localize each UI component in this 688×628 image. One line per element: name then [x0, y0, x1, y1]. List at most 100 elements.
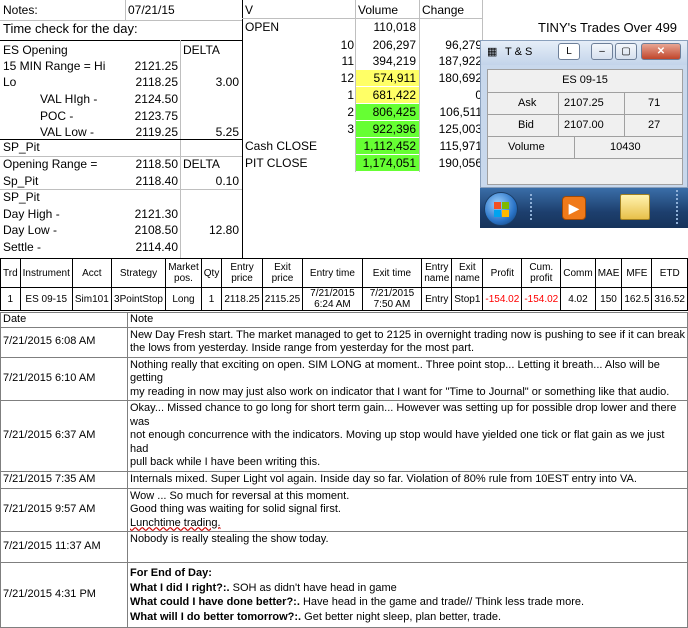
- notes-date: 07/21/15: [128, 3, 175, 17]
- volume-col-volume: Volume: [358, 3, 399, 17]
- notes-row-label: Day Low -: [3, 223, 58, 237]
- volume-row-volume: 922,396: [356, 121, 419, 137]
- trades-header-cell[interactable]: Profit: [482, 258, 523, 288]
- ts-instrument: ES 09-15: [562, 74, 608, 86]
- notes-row-label: Lo: [3, 75, 17, 89]
- journal-date: 7/21/2015 6:10 AM: [0, 356, 128, 401]
- volume-row-label: 3: [347, 122, 354, 136]
- journal-row: 7/21/2015 11:37 AM Nobody is really steal…: [0, 531, 688, 563]
- trades-header-cell[interactable]: Cum. profit: [521, 258, 562, 288]
- volume-row-label: Cash CLOSE: [245, 139, 318, 153]
- ts-ask-label: Ask: [518, 97, 537, 109]
- trades-header-cell[interactable]: MFE: [621, 258, 653, 288]
- trades-header-cell[interactable]: ETD: [651, 258, 688, 288]
- journal-note-line: Nothing really that exciting on open. SI…: [130, 358, 660, 385]
- journal-note-line: the lows from yesterday. Inside range fr…: [130, 342, 474, 354]
- trades-cell: 162.5: [621, 287, 653, 311]
- trades-header-cell[interactable]: Exit time: [361, 258, 423, 288]
- trades-header-cell[interactable]: Market pos.: [165, 258, 202, 288]
- maximize-button[interactable]: ▢: [615, 43, 637, 60]
- journal-note: Nothing really that exciting on open. SI…: [127, 356, 688, 401]
- ts-bid-size: 27: [648, 119, 661, 131]
- notes-row-delta: 0.10: [215, 174, 239, 188]
- minimize-button[interactable]: –: [591, 43, 613, 60]
- notes-row-delta: 3.00: [215, 75, 239, 89]
- journal-date: 7/21/2015 7:35 AM: [0, 470, 128, 489]
- volume-row-volume: 206,297: [372, 38, 416, 52]
- journal-note-line: pull back while I have been writing this…: [130, 456, 321, 468]
- notes-row-value: 2118.50: [135, 157, 179, 171]
- notes-row-value: 2121.25: [134, 59, 178, 73]
- notes-row-value: 2114.40: [135, 240, 179, 254]
- journal-note-line: Nobody is really stealing the show today…: [130, 533, 329, 545]
- volume-row-volume: 806,425: [356, 104, 419, 120]
- trades-header-cell[interactable]: Exit price: [261, 258, 304, 288]
- journal-header-date: Date: [0, 312, 128, 328]
- trades-header-cell[interactable]: Entry price: [221, 258, 263, 288]
- trades-header-cell[interactable]: Exit name: [451, 258, 484, 288]
- link-button[interactable]: L: [558, 43, 580, 60]
- taskbar-grip-right: [676, 190, 682, 224]
- trades-header-cell[interactable]: Trd: [0, 258, 21, 288]
- volume-row-label: 12: [340, 71, 354, 85]
- ts-ask-price: 2107.25: [564, 97, 604, 109]
- journal-header-note: Note: [127, 312, 688, 328]
- volume-row-change: 180,692: [438, 71, 482, 85]
- volume-row-change: 0: [475, 88, 482, 102]
- notes-label: Notes:: [3, 3, 38, 17]
- notes-row-tag: DELTA: [183, 157, 220, 171]
- volume-row-label: PIT CLOSE: [245, 156, 308, 170]
- eod-q1: What I did I right?:.: [130, 581, 230, 594]
- notes-row-label: Settle -: [3, 240, 42, 254]
- notes-row-label: SP_Pit: [3, 190, 40, 204]
- ts-bid-label: Bid: [518, 119, 534, 131]
- journal-table: Date Note 7/21/2015 6:08 AM New Day Fresh…: [0, 312, 688, 628]
- trades-cell: -154.02: [521, 287, 562, 311]
- journal-row: 7/21/2015 6:08 AM New Day Fresh start. Th…: [0, 326, 688, 358]
- close-button[interactable]: ✕: [641, 43, 681, 60]
- notes-row-label: Day High -: [3, 207, 60, 221]
- journal-note-line: Okay... Missed chance to go long for sho…: [130, 402, 677, 428]
- journal-date: 7/21/2015 6:37 AM: [0, 400, 128, 472]
- volume-row-label: OPEN: [245, 20, 280, 34]
- volume-row-change: 125,003: [438, 122, 482, 136]
- journal-note-line: Lunchtime trading.: [130, 516, 221, 529]
- volume-row-volume: 1,112,452: [356, 138, 419, 154]
- taskbar: ▶: [480, 188, 688, 228]
- trades-cell: 3PointStop: [110, 287, 167, 311]
- window-titlebar[interactable]: ▦ T & S L – ▢ ✕: [481, 41, 687, 65]
- time-and-sales-window[interactable]: ▦ T & S L – ▢ ✕ ES 09-15 Ask 2107.25 71 …: [480, 40, 688, 188]
- notes-row-label: Opening Range =: [3, 157, 98, 171]
- eod-a3: Get better night sleep, plan better, tra…: [301, 610, 502, 623]
- notes-row-label: VAL Low -: [40, 125, 95, 139]
- trades-header-cell[interactable]: Comm: [560, 258, 596, 288]
- folder-icon[interactable]: [620, 194, 650, 220]
- journal-note: Wow ... So much for reversal at this mom…: [127, 487, 688, 532]
- media-player-icon[interactable]: ▶: [562, 196, 586, 220]
- volume-col-change: Change: [422, 3, 465, 17]
- notes-row-value: 2118.40: [135, 174, 179, 188]
- trades-header-cell[interactable]: MAE: [594, 258, 623, 288]
- volume-row-volume: 681,422: [356, 87, 419, 103]
- trades-header-cell[interactable]: Qty: [200, 258, 223, 288]
- trades-cell: 2115.25: [261, 287, 304, 311]
- trades-header-cell[interactable]: Entry time: [302, 258, 363, 288]
- eod-a1: SOH as didn't have head in game: [229, 581, 397, 594]
- trades-header-cell[interactable]: Strategy: [110, 258, 167, 288]
- notes-row-tag: DELTA: [183, 43, 220, 57]
- trades-cell: 1: [0, 287, 21, 311]
- trades-header-cell[interactable]: Entry name: [421, 258, 453, 288]
- ts-bid-price: 2107.00: [564, 119, 604, 131]
- journal-note: Okay... Missed chance to go long for sho…: [127, 400, 688, 472]
- taskbar-grip: [530, 194, 536, 220]
- window-title: T & S: [505, 46, 533, 58]
- journal-row: 7/21/2015 7:35 AM Internals mixed. Super …: [0, 470, 688, 489]
- ts-app-icon: ▦: [487, 46, 498, 58]
- trades-header-cell[interactable]: Acct: [71, 258, 112, 288]
- start-orb-icon[interactable]: [484, 192, 518, 226]
- volume-row-label: 11: [341, 54, 354, 68]
- trades-cell: Sim101: [71, 287, 112, 311]
- ts-volume-value: 10430: [610, 141, 641, 153]
- journal-date: 7/21/2015 11:37 AM: [0, 531, 128, 563]
- trades-header-cell[interactable]: Instrument: [19, 258, 73, 288]
